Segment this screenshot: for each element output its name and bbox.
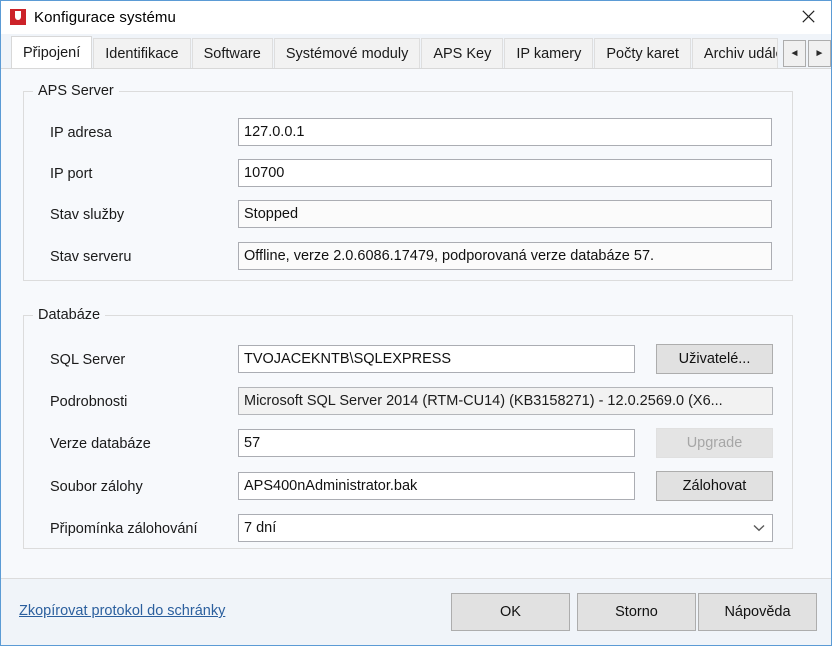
tab-pripojeni[interactable]: Připojení <box>11 36 93 68</box>
input-ip-adresa[interactable]: 127.0.0.1 <box>238 118 772 146</box>
input-verze-databaze[interactable]: 57 <box>238 429 635 457</box>
backup-reminder-value: 7 dní <box>244 520 277 536</box>
group-databaze: Databáze SQL Server TVOJACEKNTB\SQLEXPRE… <box>23 307 793 549</box>
input-sql-server[interactable]: TVOJACEKNTB\SQLEXPRESS <box>238 345 635 373</box>
tab-aps-key[interactable]: APS Key <box>421 38 504 68</box>
group-aps-server: APS Server IP adresa 127.0.0.1 IP port 1… <box>23 83 793 281</box>
input-soubor-zalohy[interactable]: APS400nAdministrator.bak <box>238 472 635 500</box>
help-button[interactable]: Nápověda <box>698 593 817 631</box>
window-title: Konfigurace systému <box>34 8 176 26</box>
title-bar: Konfigurace systému <box>1 1 831 34</box>
tab-identifikace[interactable]: Identifikace <box>93 38 191 68</box>
tab-scroll-buttons: ◄ ► <box>781 40 831 67</box>
label-ip-port: IP port <box>50 166 93 182</box>
backup-reminder-select[interactable]: 7 dní <box>238 514 773 542</box>
tab-label: Archiv událo <box>703 45 778 62</box>
tab-page-pripojeni: APS Server IP adresa 127.0.0.1 IP port 1… <box>1 68 831 578</box>
chevron-right-glyph: ► <box>814 47 825 59</box>
copy-log-link[interactable]: Zkopírovat protokol do schránky <box>19 603 225 619</box>
label-verze-databaze: Verze databáze <box>50 436 151 452</box>
group-databaze-legend: Databáze <box>38 307 101 323</box>
config-dialog-window: Konfigurace systému Připojení Identifika… <box>0 0 832 646</box>
input-ip-port[interactable]: 10700 <box>238 159 772 187</box>
tab-software[interactable]: Software <box>191 38 273 68</box>
tab-pocty-karet[interactable]: Počty karet <box>594 38 691 68</box>
tab-archiv-udalosti[interactable]: Archiv událo <box>691 38 778 68</box>
cancel-button[interactable]: Storno <box>577 593 696 631</box>
label-stav-sluzby: Stav služby <box>50 207 125 223</box>
label-soubor-zalohy: Soubor zálohy <box>50 479 143 495</box>
users-button[interactable]: Uživatelé... <box>656 344 773 374</box>
label-podrobnosti: Podrobnosti <box>50 394 128 410</box>
label-stav-serveru: Stav serveru <box>50 249 132 265</box>
tab-scroll-right-icon[interactable]: ► <box>808 40 831 67</box>
tab-label: Software <box>203 45 261 62</box>
group-aps-server-legend: APS Server <box>38 83 114 99</box>
tab-strip: Připojení Identifikace Software Systémov… <box>1 34 831 68</box>
dialog-footer: Zkopírovat protokol do schránky OK Storn… <box>1 578 831 645</box>
tab-scroll-left-icon[interactable]: ◄ <box>783 40 806 67</box>
tab-label: Systémové moduly <box>285 45 409 62</box>
tab-systemove-moduly[interactable]: Systémové moduly <box>273 38 421 68</box>
app-logo-icon <box>10 9 26 25</box>
tab-label: Identifikace <box>105 45 179 62</box>
chevron-down-icon <box>746 524 772 532</box>
ok-button[interactable]: OK <box>451 593 570 631</box>
chevron-left-glyph: ◄ <box>789 47 800 59</box>
input-stav-sluzby: Stopped <box>238 200 772 228</box>
tab-label: Počty karet <box>606 45 679 62</box>
tab-label: IP kamery <box>516 45 582 62</box>
label-sql-server: SQL Server <box>50 352 126 368</box>
tab-label: Připojení <box>23 44 81 61</box>
input-stav-serveru: Offline, verze 2.0.6086.17479, podporova… <box>238 242 772 270</box>
label-ip-adresa: IP adresa <box>50 125 112 141</box>
tab-ip-kamery[interactable]: IP kamery <box>504 38 594 68</box>
label-pripominka-zalohovani: Připomínka zálohování <box>50 521 198 537</box>
input-podrobnosti: Microsoft SQL Server 2014 (RTM-CU14) (KB… <box>238 387 773 415</box>
backup-button[interactable]: Zálohovat <box>656 471 773 501</box>
close-icon[interactable] <box>785 1 831 32</box>
upgrade-button: Upgrade <box>656 428 773 458</box>
tab-label: APS Key <box>433 45 492 62</box>
